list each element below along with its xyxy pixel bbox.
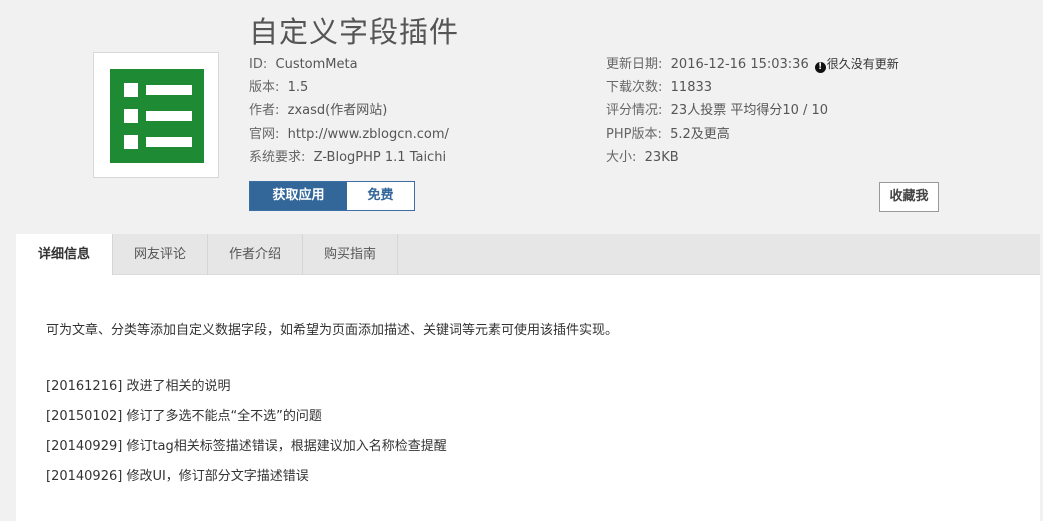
- author-link[interactable]: zxasd(作者网站): [288, 103, 388, 118]
- meta-rating: 评分情况: 23人投票 平均得分10 / 10: [606, 103, 829, 119]
- warning-icon: !: [814, 62, 826, 73]
- meta-author: 作者: zxasd(作者网站): [249, 103, 388, 119]
- plugin-logo: [93, 52, 219, 178]
- page-title: 自定义字段插件: [249, 15, 460, 49]
- changelog-item: [20140929] 修订tag相关标签描述错误，根据建议加入名称检查提醒: [46, 439, 447, 454]
- meta-left: ID: CustomMeta 版本: 1.5 作者: zxasd(作者网站) 官…: [249, 53, 449, 169]
- changelog-item: [20150102] 修订了多选不能点“全不选”的问题: [46, 409, 322, 424]
- meta-downloads: 下载次数: 11833: [606, 80, 713, 96]
- update-note: 很久没有更新: [826, 57, 899, 71]
- plugin-description: 可为文章、分类等添加自定义数据字段，如希望为页面添加描述、关键词等元素可使用该插…: [46, 323, 619, 338]
- meta-id: ID: CustomMeta: [249, 57, 358, 72]
- meta-update-date: 更新日期: 2016-12-16 15:03:36! 很久没有更新: [606, 57, 899, 73]
- website-link[interactable]: http://www.zblogcn.com/: [288, 127, 449, 142]
- meta-version: 版本: 1.5: [249, 80, 309, 96]
- meta-website: 官网: http://www.zblogcn.com/: [249, 126, 449, 142]
- favorite-button[interactable]: 收藏我: [879, 182, 939, 212]
- meta-php-version: PHP版本: 5.2及更高: [606, 126, 730, 142]
- changelog-item: [20140926] 修改UI，修订部分文字描述错误: [46, 469, 309, 484]
- tab-bar: 详细信息 网友评论 作者介绍 购买指南: [16, 234, 1040, 276]
- tab-purchase-guide[interactable]: 购买指南: [303, 234, 398, 275]
- get-app-group: 获取应用 免费: [249, 181, 415, 211]
- meta-requirement: 系统要求: Z-BlogPHP 1.1 Taichi: [249, 149, 447, 165]
- get-app-button[interactable]: 获取应用: [250, 182, 347, 210]
- tab-author[interactable]: 作者介绍: [208, 234, 303, 275]
- list-icon: [110, 69, 204, 163]
- price-label[interactable]: 免费: [347, 182, 414, 210]
- changelog: [20161216] 改进了相关的说明 [20150102] 修订了多选不能点“…: [46, 377, 447, 497]
- tab-details[interactable]: 详细信息: [16, 234, 113, 276]
- meta-right: 更新日期: 2016-12-16 15:03:36! 很久没有更新 下载次数: 1…: [606, 53, 899, 169]
- changelog-item: [20161216] 改进了相关的说明: [46, 379, 231, 394]
- details-panel: 可为文章、分类等添加自定义数据字段，如希望为页面添加描述、关键词等元素可使用该插…: [16, 275, 1040, 521]
- tab-comments[interactable]: 网友评论: [113, 234, 208, 275]
- meta-size: 大小: 23KB: [606, 149, 679, 165]
